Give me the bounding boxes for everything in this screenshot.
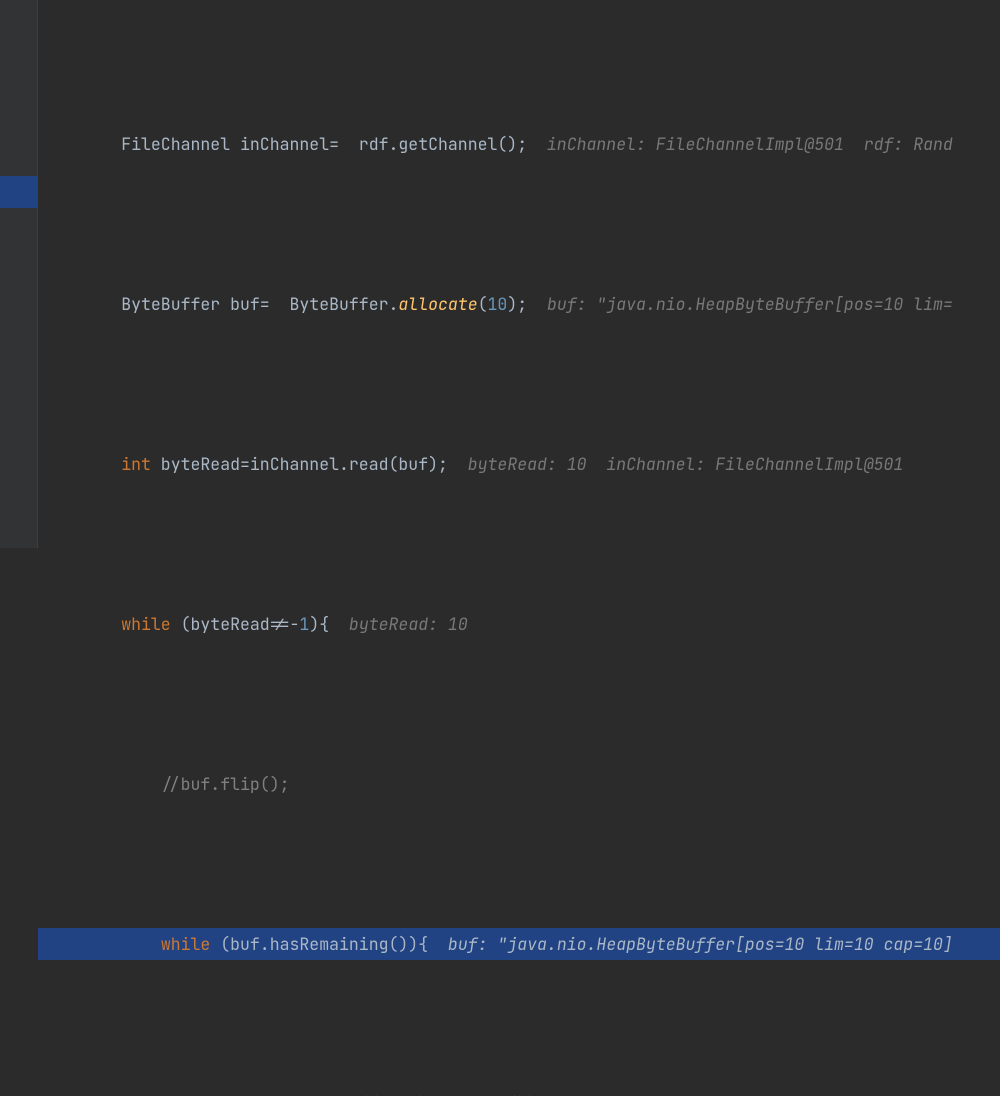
code-text: ){ xyxy=(309,613,349,635)
code-text: ) buf.get()); xyxy=(418,1093,547,1096)
code-line[interactable]: System.out.print((char) buf.get()); xyxy=(38,1088,1000,1096)
keyword: while xyxy=(121,613,171,635)
code-text: FileChannel inChannel= rdf.getChannel(); xyxy=(42,133,547,155)
inline-hint: buf: "java.nio.HeapByteBuffer[pos=10 lim… xyxy=(547,293,953,315)
code-text: ByteBuffer buf= ByteBuffer. xyxy=(42,293,398,315)
inline-hint: buf: "java.nio.HeapByteBuffer[pos=10 lim… xyxy=(448,933,953,955)
code-text: ( xyxy=(478,293,488,315)
number-literal: 1 xyxy=(299,613,309,635)
code-line[interactable]: //buf.flip(); xyxy=(38,768,1000,800)
static-field: out xyxy=(270,1093,300,1096)
code-text: ); xyxy=(507,293,547,315)
code-line[interactable]: int byteRead=inChannel.read(buf); byteRe… xyxy=(38,448,1000,480)
code-line[interactable]: FileChannel inChannel= rdf.getChannel();… xyxy=(38,128,1000,160)
indent xyxy=(42,613,121,635)
gutter xyxy=(0,0,38,548)
static-method: allocate xyxy=(398,293,477,315)
comment: //buf.flip(); xyxy=(42,773,290,795)
inline-hint: inChannel: FileChannelImpl@501 rdf: Rand xyxy=(547,133,953,155)
code-line[interactable]: while (byteRead!=-1){ byteRead: 10 xyxy=(38,608,1000,640)
inline-hint: byteRead: 10 inChannel: FileChannelImpl@… xyxy=(468,453,904,475)
inline-hint: byteRead: 10 xyxy=(349,613,468,635)
keyword: while xyxy=(161,933,211,955)
code-text: (byteRead!=- xyxy=(171,613,300,635)
keyword: int xyxy=(121,453,151,475)
indent xyxy=(42,453,121,475)
code-text: .print(( xyxy=(299,1093,378,1096)
number-literal: 10 xyxy=(488,293,508,315)
code-editor[interactable]: FileChannel inChannel= rdf.getChannel();… xyxy=(38,0,1000,1096)
code-line[interactable]: ByteBuffer buf= ByteBuffer.allocate(10);… xyxy=(38,288,1000,320)
keyword: char xyxy=(379,1093,419,1096)
code-line-current[interactable]: while (buf.hasRemaining()){ buf: "java.n… xyxy=(38,928,1000,960)
code-text: byteRead=inChannel.read(buf); xyxy=(151,453,468,475)
code-text: System. xyxy=(42,1093,270,1096)
indent xyxy=(42,933,161,955)
code-text: (buf.hasRemaining()){ xyxy=(210,933,448,955)
